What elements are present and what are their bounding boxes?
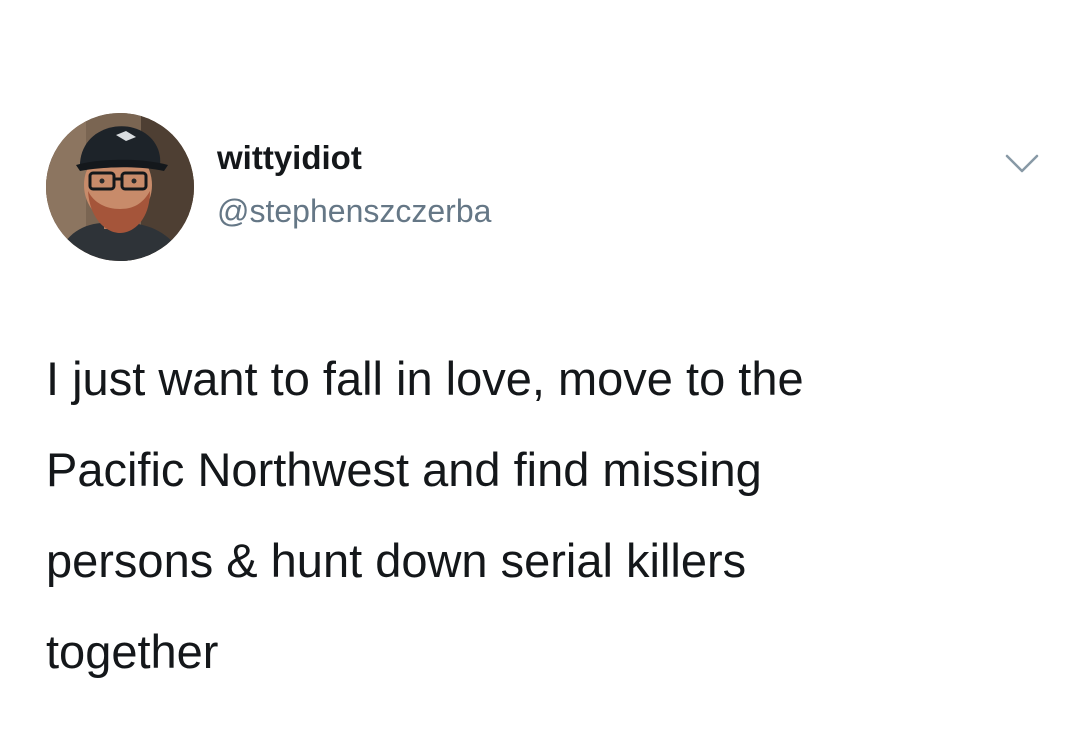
tweet-text-line: together	[46, 625, 219, 678]
avatar[interactable]	[46, 113, 194, 261]
avatar-photo	[46, 113, 194, 261]
display-name[interactable]: wittyidiot	[217, 138, 362, 178]
chevron-down-icon[interactable]	[1004, 152, 1040, 176]
tweet-text-line: Pacific Northwest and find missing	[46, 443, 762, 496]
tweet-card: wittyidiot @stephenszczerba I just want …	[0, 0, 1077, 751]
user-handle[interactable]: @stephenszczerba	[217, 191, 491, 231]
tweet-text-line: persons & hunt down serial killers	[46, 534, 747, 587]
tweet-text: I just want to fall in love, move to the…	[46, 333, 1056, 697]
tweet-text-line: I just want to fall in love, move to the	[46, 352, 804, 405]
